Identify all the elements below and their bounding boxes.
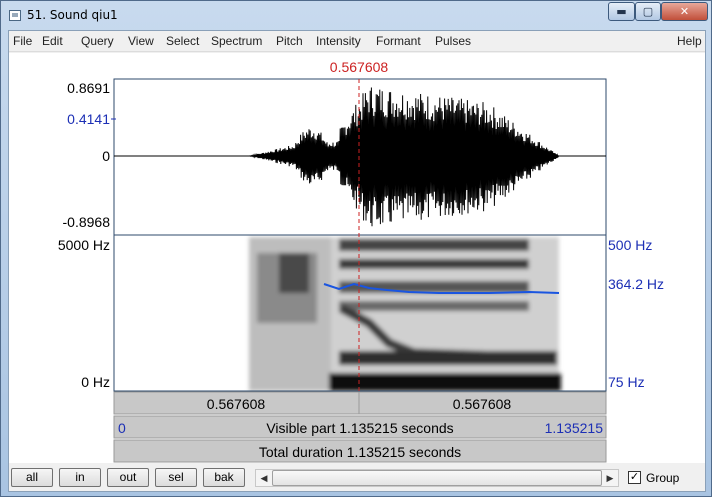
menu-pitch[interactable]: Pitch <box>276 34 303 48</box>
menu-select[interactable]: Select <box>166 34 199 48</box>
waveform-cursor-amplitude-label: 0.4141 <box>67 111 110 127</box>
title-bar[interactable]: 51. Sound qiu1 ▬ ▢ ✕ <box>1 1 711 30</box>
window-client: File Edit Query View Select Spectrum Pit… <box>8 30 706 492</box>
waveform-ymin-label: -0.8968 <box>63 214 111 230</box>
pitch-top-label: 500 Hz <box>608 237 652 253</box>
menu-pulses[interactable]: Pulses <box>435 34 471 48</box>
group-label: Group <box>646 471 680 485</box>
sound-editor-figure: 0.567608 0.8691 0.4141 0 -0.8968 5000 Hz… <box>58 59 664 463</box>
zoom-back-button[interactable]: bak <box>203 468 245 487</box>
bottom-toolbar: all in out sel bak ◀ ▶ ✓ Group <box>9 463 705 491</box>
pitch-value-label: 364.2 Hz <box>608 276 664 292</box>
total-duration-label: Total duration 1.135215 seconds <box>259 444 461 460</box>
zoom-in-button[interactable]: in <box>59 468 101 487</box>
zoom-all-button[interactable]: all <box>11 468 53 487</box>
menu-view[interactable]: View <box>128 34 154 48</box>
scrollbar-thumb[interactable] <box>272 470 602 486</box>
menu-spectrum[interactable]: Spectrum <box>211 34 262 48</box>
menu-intensity[interactable]: Intensity <box>316 34 361 48</box>
waveform-ymax-label: 0.8691 <box>67 80 110 96</box>
zoom-out-button[interactable]: out <box>107 468 149 487</box>
cursor-time-label: 0.567608 <box>330 59 389 75</box>
scroll-right-icon[interactable]: ▶ <box>602 470 618 486</box>
pitch-bottom-label: 75 Hz <box>608 374 645 390</box>
menu-file[interactable]: File <box>13 34 32 48</box>
menu-help[interactable]: Help <box>677 34 702 48</box>
group-checkbox[interactable]: ✓ <box>628 471 641 484</box>
visible-part-label: Visible part 1.135215 seconds <box>266 420 453 436</box>
close-button[interactable]: ✕ <box>661 2 708 21</box>
spectrogram-freq-max-label: 5000 Hz <box>58 237 110 253</box>
menu-edit[interactable]: Edit <box>42 34 63 48</box>
menu-formant[interactable]: Formant <box>376 34 421 48</box>
scroll-left-icon[interactable]: ◀ <box>256 470 272 486</box>
minimize-button[interactable]: ▬ <box>608 2 635 21</box>
visible-start-label: 0 <box>118 420 126 436</box>
zoom-selection-button[interactable]: sel <box>155 468 197 487</box>
visible-end-label: 1.135215 <box>545 420 604 436</box>
horizontal-scrollbar[interactable]: ◀ ▶ <box>255 469 619 487</box>
window-icon <box>9 10 21 21</box>
menu-query[interactable]: Query <box>81 34 114 48</box>
praat-sound-window: 51. Sound qiu1 ▬ ▢ ✕ File Edit Query Vie… <box>0 0 712 497</box>
left-segment-duration: 0.567608 <box>207 396 266 412</box>
spectrogram-image <box>249 237 561 391</box>
maximize-button[interactable]: ▢ <box>635 2 661 21</box>
waveform-zero-label: 0 <box>102 148 110 164</box>
window-title: 51. Sound qiu1 <box>27 8 118 22</box>
menu-bar: File Edit Query View Select Spectrum Pit… <box>9 31 705 52</box>
right-segment-duration: 0.567608 <box>453 396 512 412</box>
editor-canvas[interactable]: 0.567608 0.8691 0.4141 0 -0.8968 5000 Hz… <box>9 53 705 463</box>
spectrogram-freq-min-label: 0 Hz <box>81 374 110 390</box>
